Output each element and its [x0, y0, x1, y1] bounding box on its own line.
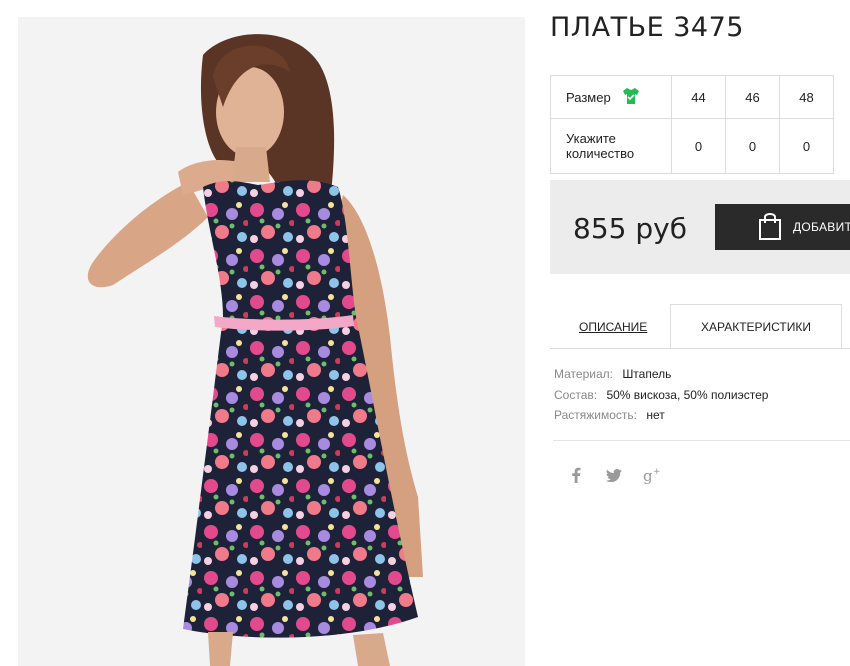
spec-row-stretch: Растяжимость: нет — [554, 408, 768, 429]
svg-text:g: g — [643, 467, 653, 484]
spec-row-material: Материал: Штапель — [554, 367, 768, 388]
size-option-46[interactable]: 46 — [725, 75, 780, 119]
quantity-row: Укажите количество 0 0 0 — [550, 118, 834, 174]
shopping-bag-icon — [757, 211, 783, 244]
add-to-cart-button[interactable]: ДОБАВИТЬ — [715, 204, 850, 250]
spec-value: Штапель — [622, 367, 672, 381]
facebook-icon[interactable] — [566, 464, 586, 486]
quantity-input-44[interactable]: 0 — [671, 118, 726, 174]
quantity-label: Укажите количество — [550, 118, 672, 174]
product-tabs: ОПИСАНИЕ ХАРАКТЕРИСТИКИ — [550, 304, 850, 349]
size-chart-icon[interactable] — [621, 87, 641, 108]
size-row: Размер 44 46 48 — [550, 75, 834, 119]
spec-key: Состав: — [554, 387, 598, 402]
social-share: g + — [566, 464, 662, 486]
product-photo[interactable] — [18, 17, 525, 666]
tab-characteristics[interactable]: ХАРАКТЕРИСТИКИ — [670, 304, 842, 349]
characteristics-list: Материал: Штапель Состав: 50% вискоза, 5… — [554, 367, 768, 429]
product-title: ПЛАТЬЕ 3475 — [550, 12, 744, 43]
spec-value: 50% вискоза, 50% полиэстер — [606, 387, 769, 402]
spec-key: Материал: — [554, 367, 613, 381]
spec-row-composition: Состав: 50% вискоза, 50% полиэстер — [554, 388, 768, 409]
tab-description[interactable]: ОПИСАНИЕ — [579, 320, 647, 334]
add-to-cart-label: ДОБАВИТЬ — [793, 220, 850, 234]
size-label-cell: Размер — [550, 75, 672, 119]
price-value: 855 руб — [573, 212, 687, 245]
size-label: Размер — [566, 89, 611, 105]
tabs-divider — [550, 348, 850, 349]
quantity-input-48[interactable]: 0 — [779, 118, 834, 174]
size-quantity-table: Размер 44 46 48 Укажите количество 0 0 0 — [550, 75, 834, 174]
quantity-input-46[interactable]: 0 — [725, 118, 780, 174]
spec-value: нет — [646, 408, 665, 422]
svg-text:+: + — [653, 467, 661, 477]
size-option-48[interactable]: 48 — [779, 75, 834, 119]
google-plus-icon[interactable]: g + — [642, 464, 662, 486]
twitter-icon[interactable] — [604, 464, 624, 486]
spec-key: Растяжимость: — [554, 408, 638, 422]
specs-divider — [553, 440, 850, 441]
size-option-44[interactable]: 44 — [671, 75, 726, 119]
price-panel: 855 руб ДОБАВИТЬ — [550, 180, 850, 274]
